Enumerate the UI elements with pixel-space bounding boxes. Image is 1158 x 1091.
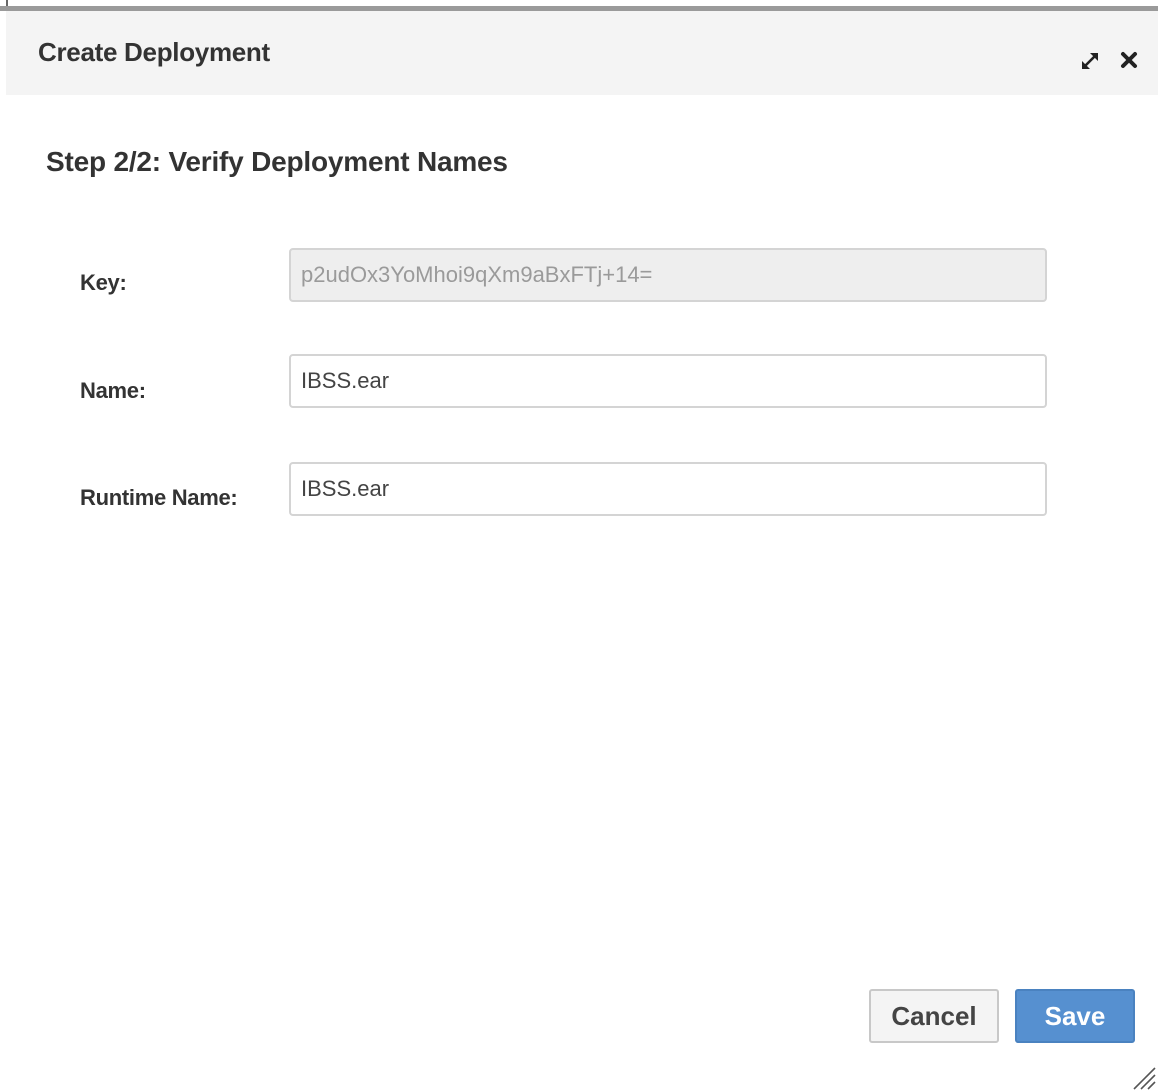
dialog-title-bar[interactable]: Create Deployment: [6, 11, 1158, 95]
cancel-button[interactable]: Cancel: [869, 989, 999, 1043]
save-button[interactable]: Save: [1015, 989, 1135, 1043]
resize-grip-icon: [1133, 1067, 1156, 1090]
runtime-name-label: Runtime Name:: [80, 485, 238, 510]
name-label: Name:: [80, 378, 146, 403]
key-label: Key:: [80, 270, 127, 295]
create-deployment-dialog: Create Deployment Step 2/2: Verify Deplo…: [0, 0, 1158, 1091]
maximize-button[interactable]: [1076, 47, 1104, 75]
dialog-title: Create Deployment: [38, 37, 270, 67]
step-heading: Step 2/2: Verify Deployment Names: [46, 146, 508, 177]
key-field[interactable]: [289, 248, 1047, 302]
name-field[interactable]: [289, 354, 1047, 408]
maximize-icon: [1082, 53, 1098, 69]
background-window-edge: [0, 0, 1158, 11]
close-icon: [1121, 52, 1137, 68]
close-button[interactable]: [1116, 47, 1142, 73]
runtime-name-field[interactable]: [289, 462, 1047, 516]
resize-handle[interactable]: [1128, 1062, 1156, 1090]
